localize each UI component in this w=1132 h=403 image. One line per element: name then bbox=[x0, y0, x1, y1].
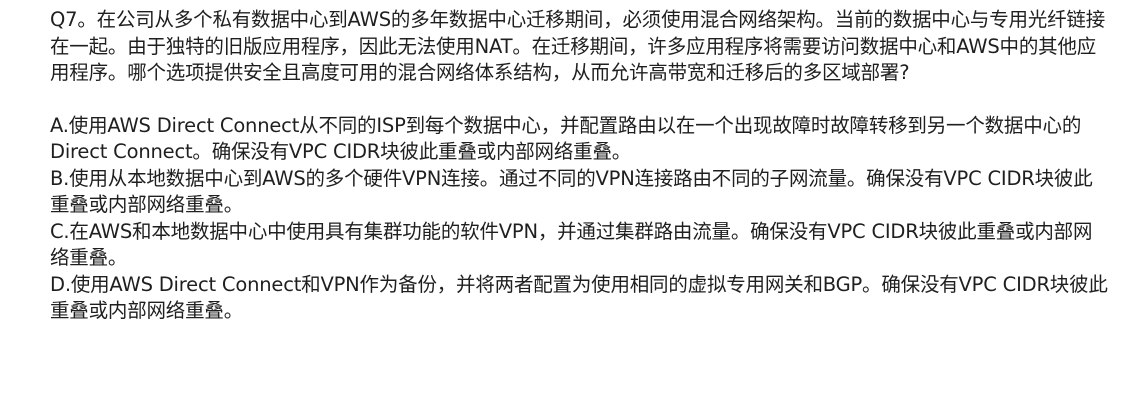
option-b: B.使用从本地数据中心到AWS的多个硬件VPN连接。通过不同的VPN连接路由不同… bbox=[50, 166, 1093, 217]
option-a: A.使用AWS Direct Connect从不同的ISP到每个数据中心，并配置… bbox=[50, 113, 1082, 164]
option-d: D.使用AWS Direct Connect和VPN作为备份，并将两者配置为使用… bbox=[50, 272, 1108, 323]
answer-options: A.使用AWS Direct Connect从不同的ISP到每个数据中心，并配置… bbox=[50, 113, 1110, 325]
question-text: Q7。在公司从多个私有数据中心到AWS的多年数据中心迁移期间，必须使用混合网络架… bbox=[50, 8, 1105, 84]
option-c: C.在AWS和本地数据中心中使用具有集群功能的软件VPN，并通过集群路由流量。确… bbox=[50, 219, 1093, 270]
document-body: Q7。在公司从多个私有数据中心到AWS的多年数据中心迁移期间，必须使用混合网络架… bbox=[50, 7, 1110, 325]
